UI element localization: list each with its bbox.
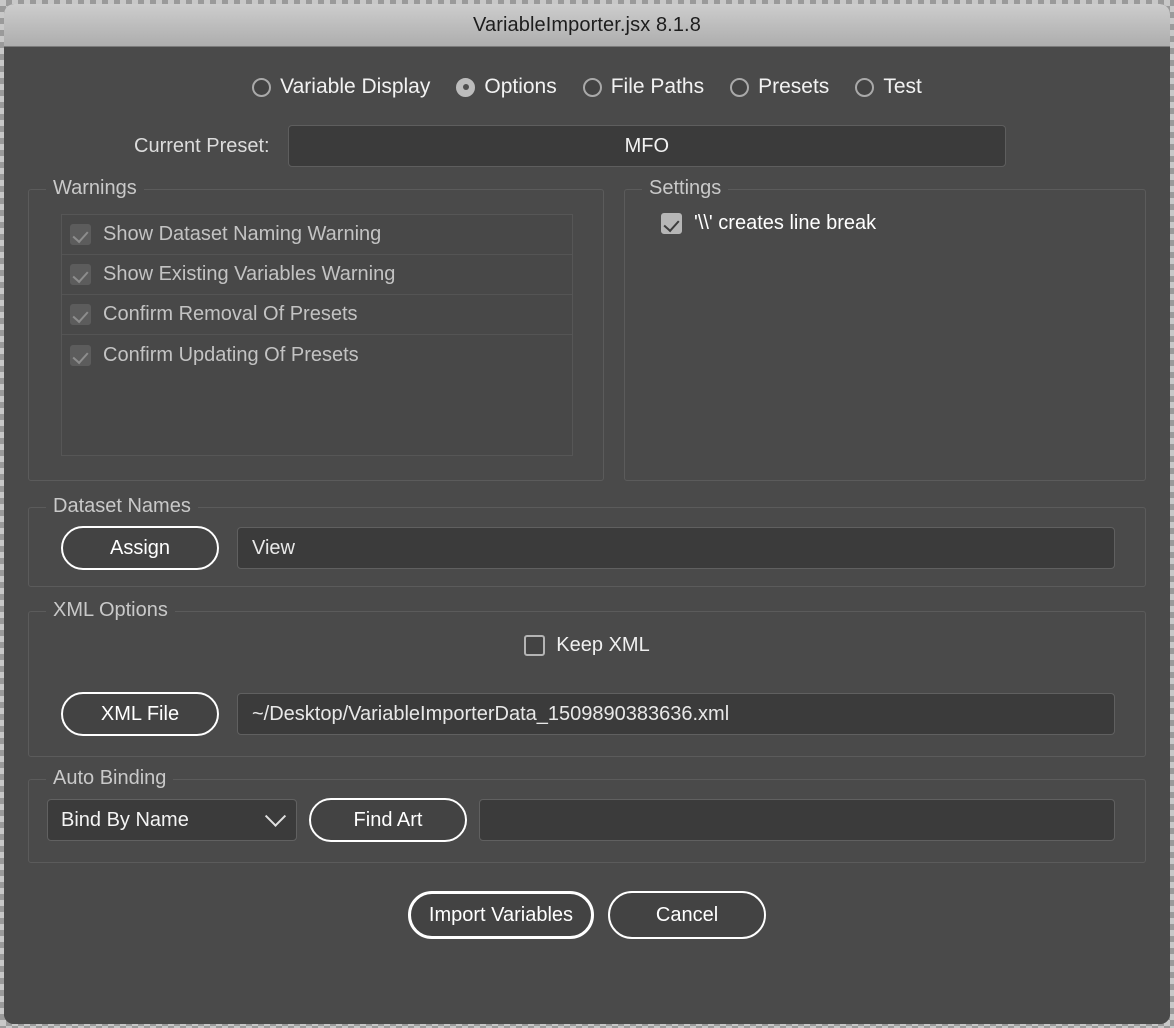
tab-label: File Paths xyxy=(610,75,705,98)
xml-options-panel-title: XML Options xyxy=(46,599,175,622)
xml-options-panel: XML Options Keep XML XML File ~/Desktop/… xyxy=(28,599,1146,757)
dataset-names-panel: Dataset Names Assign View xyxy=(28,495,1146,587)
dialog-content: Variable Display Options File Paths Pres… xyxy=(4,47,1170,1024)
dataset-names-panel-title: Dataset Names xyxy=(46,495,198,518)
dialog-footer: Import Variables Cancel xyxy=(28,891,1146,939)
tab-test[interactable]: Test xyxy=(855,75,922,99)
tab-presets[interactable]: Presets xyxy=(730,75,829,99)
auto-binding-row: Bind By Name Find Art xyxy=(47,798,1115,842)
find-art-button[interactable]: Find Art xyxy=(309,798,467,842)
dataset-names-row: Assign View xyxy=(61,526,1115,570)
tab-options[interactable]: Options xyxy=(456,75,557,99)
xml-file-path-field[interactable]: ~/Desktop/VariableImporterData_150989038… xyxy=(237,693,1115,735)
radio-selected-icon xyxy=(456,77,476,97)
checkbox-checked-icon[interactable] xyxy=(661,213,682,234)
find-art-field[interactable] xyxy=(479,799,1115,841)
checkbox-checked-icon[interactable] xyxy=(70,224,91,245)
bind-mode-dropdown[interactable]: Bind By Name xyxy=(47,799,297,841)
radio-unselected-icon xyxy=(855,77,875,97)
list-item-label: Confirm Removal Of Presets xyxy=(103,303,358,325)
window-title: VariableImporter.jsx 8.1.8 xyxy=(473,13,701,36)
warnings-listbox[interactable]: Show Dataset Naming Warning Show Existin… xyxy=(61,214,573,456)
settings-panel-title: Settings xyxy=(642,177,729,200)
xml-file-row: XML File ~/Desktop/VariableImporterData_… xyxy=(61,692,1115,736)
tab-label: Presets xyxy=(758,75,830,98)
settings-line-break-label: '\\' creates line break xyxy=(694,212,877,234)
list-item-label: Show Existing Variables Warning xyxy=(103,263,396,285)
radio-unselected-icon xyxy=(252,77,272,97)
tab-variable-display[interactable]: Variable Display xyxy=(252,75,430,99)
checkbox-checked-icon[interactable] xyxy=(70,304,91,325)
list-item-label: Confirm Updating Of Presets xyxy=(103,343,359,366)
variable-importer-window: VariableImporter.jsx 8.1.8 Variable Disp… xyxy=(4,4,1170,1024)
current-preset-row: Current Preset: MFO xyxy=(28,125,1146,167)
auto-binding-panel: Auto Binding Bind By Name Find Art xyxy=(28,767,1146,863)
checkbox-unchecked-icon[interactable] xyxy=(524,635,546,656)
list-item[interactable]: Show Existing Variables Warning xyxy=(62,255,572,295)
import-variables-button[interactable]: Import Variables xyxy=(407,891,595,939)
settings-line-break-row[interactable]: '\\' creates line break xyxy=(661,212,876,235)
keep-xml-label: Keep XML xyxy=(556,634,650,656)
warnings-settings-row: Warnings Show Dataset Naming Warning Sho… xyxy=(28,177,1146,481)
keep-xml-row[interactable]: Keep XML xyxy=(29,634,1145,657)
list-item[interactable]: Confirm Removal Of Presets xyxy=(62,295,572,335)
radio-unselected-icon xyxy=(730,77,750,97)
current-preset-value[interactable]: MFO xyxy=(287,125,1006,167)
current-preset-label: Current Preset: xyxy=(134,134,270,157)
warnings-panel: Warnings Show Dataset Naming Warning Sho… xyxy=(28,177,604,481)
tab-label: Test xyxy=(883,75,922,98)
dataset-names-field[interactable]: View xyxy=(237,527,1115,569)
chevron-down-icon xyxy=(264,805,287,827)
checkbox-checked-icon[interactable] xyxy=(70,344,91,366)
title-bar[interactable]: VariableImporter.jsx 8.1.8 xyxy=(4,4,1170,47)
list-item-label: Show Dataset Naming Warning xyxy=(103,223,382,245)
list-item[interactable]: Confirm Updating Of Presets xyxy=(62,335,572,375)
assign-button[interactable]: Assign xyxy=(61,526,219,570)
radio-unselected-icon xyxy=(582,77,602,97)
tab-label: Options xyxy=(484,75,557,98)
bind-mode-value: Bind By Name xyxy=(61,808,189,831)
cancel-button[interactable]: Cancel xyxy=(608,891,767,939)
checkbox-checked-icon[interactable] xyxy=(70,264,91,285)
list-item[interactable]: Show Dataset Naming Warning xyxy=(62,215,572,255)
tab-label: Variable Display xyxy=(280,75,431,98)
warnings-panel-title: Warnings xyxy=(46,177,144,200)
tab-radio-group: Variable Display Options File Paths Pres… xyxy=(28,47,1146,113)
settings-panel: Settings '\\' creates line break xyxy=(624,177,1146,481)
xml-file-button[interactable]: XML File xyxy=(61,692,219,736)
tab-file-paths[interactable]: File Paths xyxy=(582,75,705,99)
auto-binding-panel-title: Auto Binding xyxy=(46,767,174,790)
